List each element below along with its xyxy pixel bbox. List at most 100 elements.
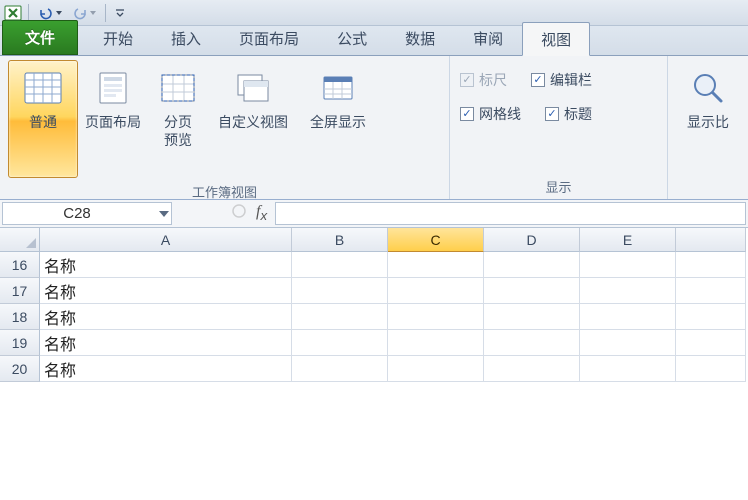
spreadsheet-grid: A B C D E 16 名称 17 名称 18 名称 19 名称: [0, 228, 748, 382]
separator: [28, 4, 29, 22]
name-box[interactable]: C28: [2, 202, 172, 225]
col-header-F[interactable]: [676, 228, 746, 252]
formula-input[interactable]: [275, 202, 746, 225]
page-layout-icon: [92, 67, 134, 109]
cell[interactable]: [484, 356, 580, 382]
cell[interactable]: [292, 356, 388, 382]
cell[interactable]: [292, 252, 388, 278]
ruler-label: 标尺: [479, 70, 507, 90]
col-header-D[interactable]: D: [484, 228, 580, 252]
normal-view-label: 普通: [29, 113, 57, 131]
zoom-label: 显示比: [687, 113, 729, 131]
dropdown-icon[interactable]: [159, 211, 169, 217]
grid-row: 17 名称: [0, 278, 748, 304]
row-header[interactable]: 18: [0, 304, 40, 330]
custom-views-button[interactable]: 自定义视图: [208, 60, 298, 178]
cell[interactable]: [292, 278, 388, 304]
col-header-E[interactable]: E: [580, 228, 676, 252]
cell[interactable]: [388, 356, 484, 382]
headings-label: 标题: [564, 104, 592, 124]
cell[interactable]: [580, 252, 676, 278]
custom-views-label: 自定义视图: [218, 113, 288, 131]
page-layout-view-button[interactable]: 页面布局: [78, 60, 148, 178]
cell[interactable]: 名称: [40, 330, 292, 356]
formula-bar: C28 fx: [0, 200, 748, 228]
row-header[interactable]: 17: [0, 278, 40, 304]
cell[interactable]: [388, 252, 484, 278]
name-box-value: C28: [3, 205, 151, 222]
page-break-preview-button[interactable]: 分页 预览: [148, 60, 208, 178]
formula-bar-checkbox[interactable]: ✓ 编辑栏: [531, 70, 592, 90]
magnifier-icon: [687, 67, 729, 109]
group-show-label: 显示: [450, 177, 667, 199]
row-header[interactable]: 20: [0, 356, 40, 382]
gridlines-checkbox[interactable]: ✓ 网格线: [460, 104, 521, 124]
cell[interactable]: [580, 304, 676, 330]
cell[interactable]: 名称: [40, 356, 292, 382]
full-screen-icon: [317, 67, 359, 109]
cell[interactable]: [292, 330, 388, 356]
col-header-B[interactable]: B: [292, 228, 388, 252]
tab-data[interactable]: 数据: [386, 21, 454, 55]
cell[interactable]: [484, 278, 580, 304]
tab-review[interactable]: 审阅: [454, 21, 522, 55]
excel-icon[interactable]: [4, 4, 22, 22]
cell[interactable]: [676, 330, 746, 356]
grid-row: 16 名称: [0, 252, 748, 278]
page-break-preview-label: 分页 预览: [164, 113, 192, 149]
ruler-checkbox: ✓ 标尺: [460, 70, 507, 90]
formula-bar-label: 编辑栏: [550, 70, 592, 90]
cell[interactable]: [388, 278, 484, 304]
full-screen-label: 全屏显示: [310, 113, 366, 131]
cell[interactable]: [484, 330, 580, 356]
tab-formulas[interactable]: 公式: [318, 21, 386, 55]
tab-home[interactable]: 开始: [84, 21, 152, 55]
cell[interactable]: [580, 356, 676, 382]
col-header-C[interactable]: C: [388, 228, 484, 252]
tab-page-layout[interactable]: 页面布局: [220, 21, 318, 55]
cell[interactable]: [484, 304, 580, 330]
ribbon: 普通 页面布局 分页 预览: [0, 56, 748, 200]
page-layout-view-label: 页面布局: [85, 113, 141, 131]
cell[interactable]: [580, 330, 676, 356]
insert-function-button[interactable]: fx: [256, 203, 267, 223]
full-screen-button[interactable]: 全屏显示: [298, 60, 378, 178]
page-break-icon: [157, 67, 199, 109]
cancel-icon: [232, 204, 246, 223]
col-header-A[interactable]: A: [40, 228, 292, 252]
headings-checkbox[interactable]: ✓ 标题: [545, 104, 592, 124]
custom-views-icon: [232, 67, 274, 109]
separator: [105, 4, 106, 22]
cell[interactable]: [676, 252, 746, 278]
grid-row: 20 名称: [0, 356, 748, 382]
ribbon-tabs: 文件 开始 插入 页面布局 公式 数据 审阅 视图: [0, 26, 748, 56]
cell[interactable]: [484, 252, 580, 278]
group-workbook-views: 普通 页面布局 分页 预览: [0, 56, 450, 199]
cell[interactable]: [676, 304, 746, 330]
cell[interactable]: [388, 304, 484, 330]
grid-row: 18 名称: [0, 304, 748, 330]
select-all-corner[interactable]: [0, 228, 40, 252]
cell[interactable]: [388, 330, 484, 356]
gridlines-label: 网格线: [479, 104, 521, 124]
group-zoom: 显示比: [668, 56, 748, 199]
normal-view-icon: [22, 67, 64, 109]
cell[interactable]: [580, 278, 676, 304]
cell[interactable]: [292, 304, 388, 330]
tab-view[interactable]: 视图: [522, 22, 590, 56]
column-header-row: A B C D E: [0, 228, 748, 252]
zoom-button[interactable]: 显示比: [676, 60, 740, 178]
cell[interactable]: 名称: [40, 304, 292, 330]
group-show: ✓ 标尺 ✓ 编辑栏 ✓ 网格线 ✓ 标题 显示: [450, 56, 668, 199]
cell[interactable]: [676, 278, 746, 304]
row-header[interactable]: 16: [0, 252, 40, 278]
cell[interactable]: 名称: [40, 278, 292, 304]
tab-insert[interactable]: 插入: [152, 21, 220, 55]
tab-file[interactable]: 文件: [2, 20, 78, 55]
cell[interactable]: 名称: [40, 252, 292, 278]
cell[interactable]: [676, 356, 746, 382]
redo-button[interactable]: [69, 2, 99, 24]
normal-view-button[interactable]: 普通: [8, 60, 78, 178]
grid-row: 19 名称: [0, 330, 748, 356]
row-header[interactable]: 19: [0, 330, 40, 356]
